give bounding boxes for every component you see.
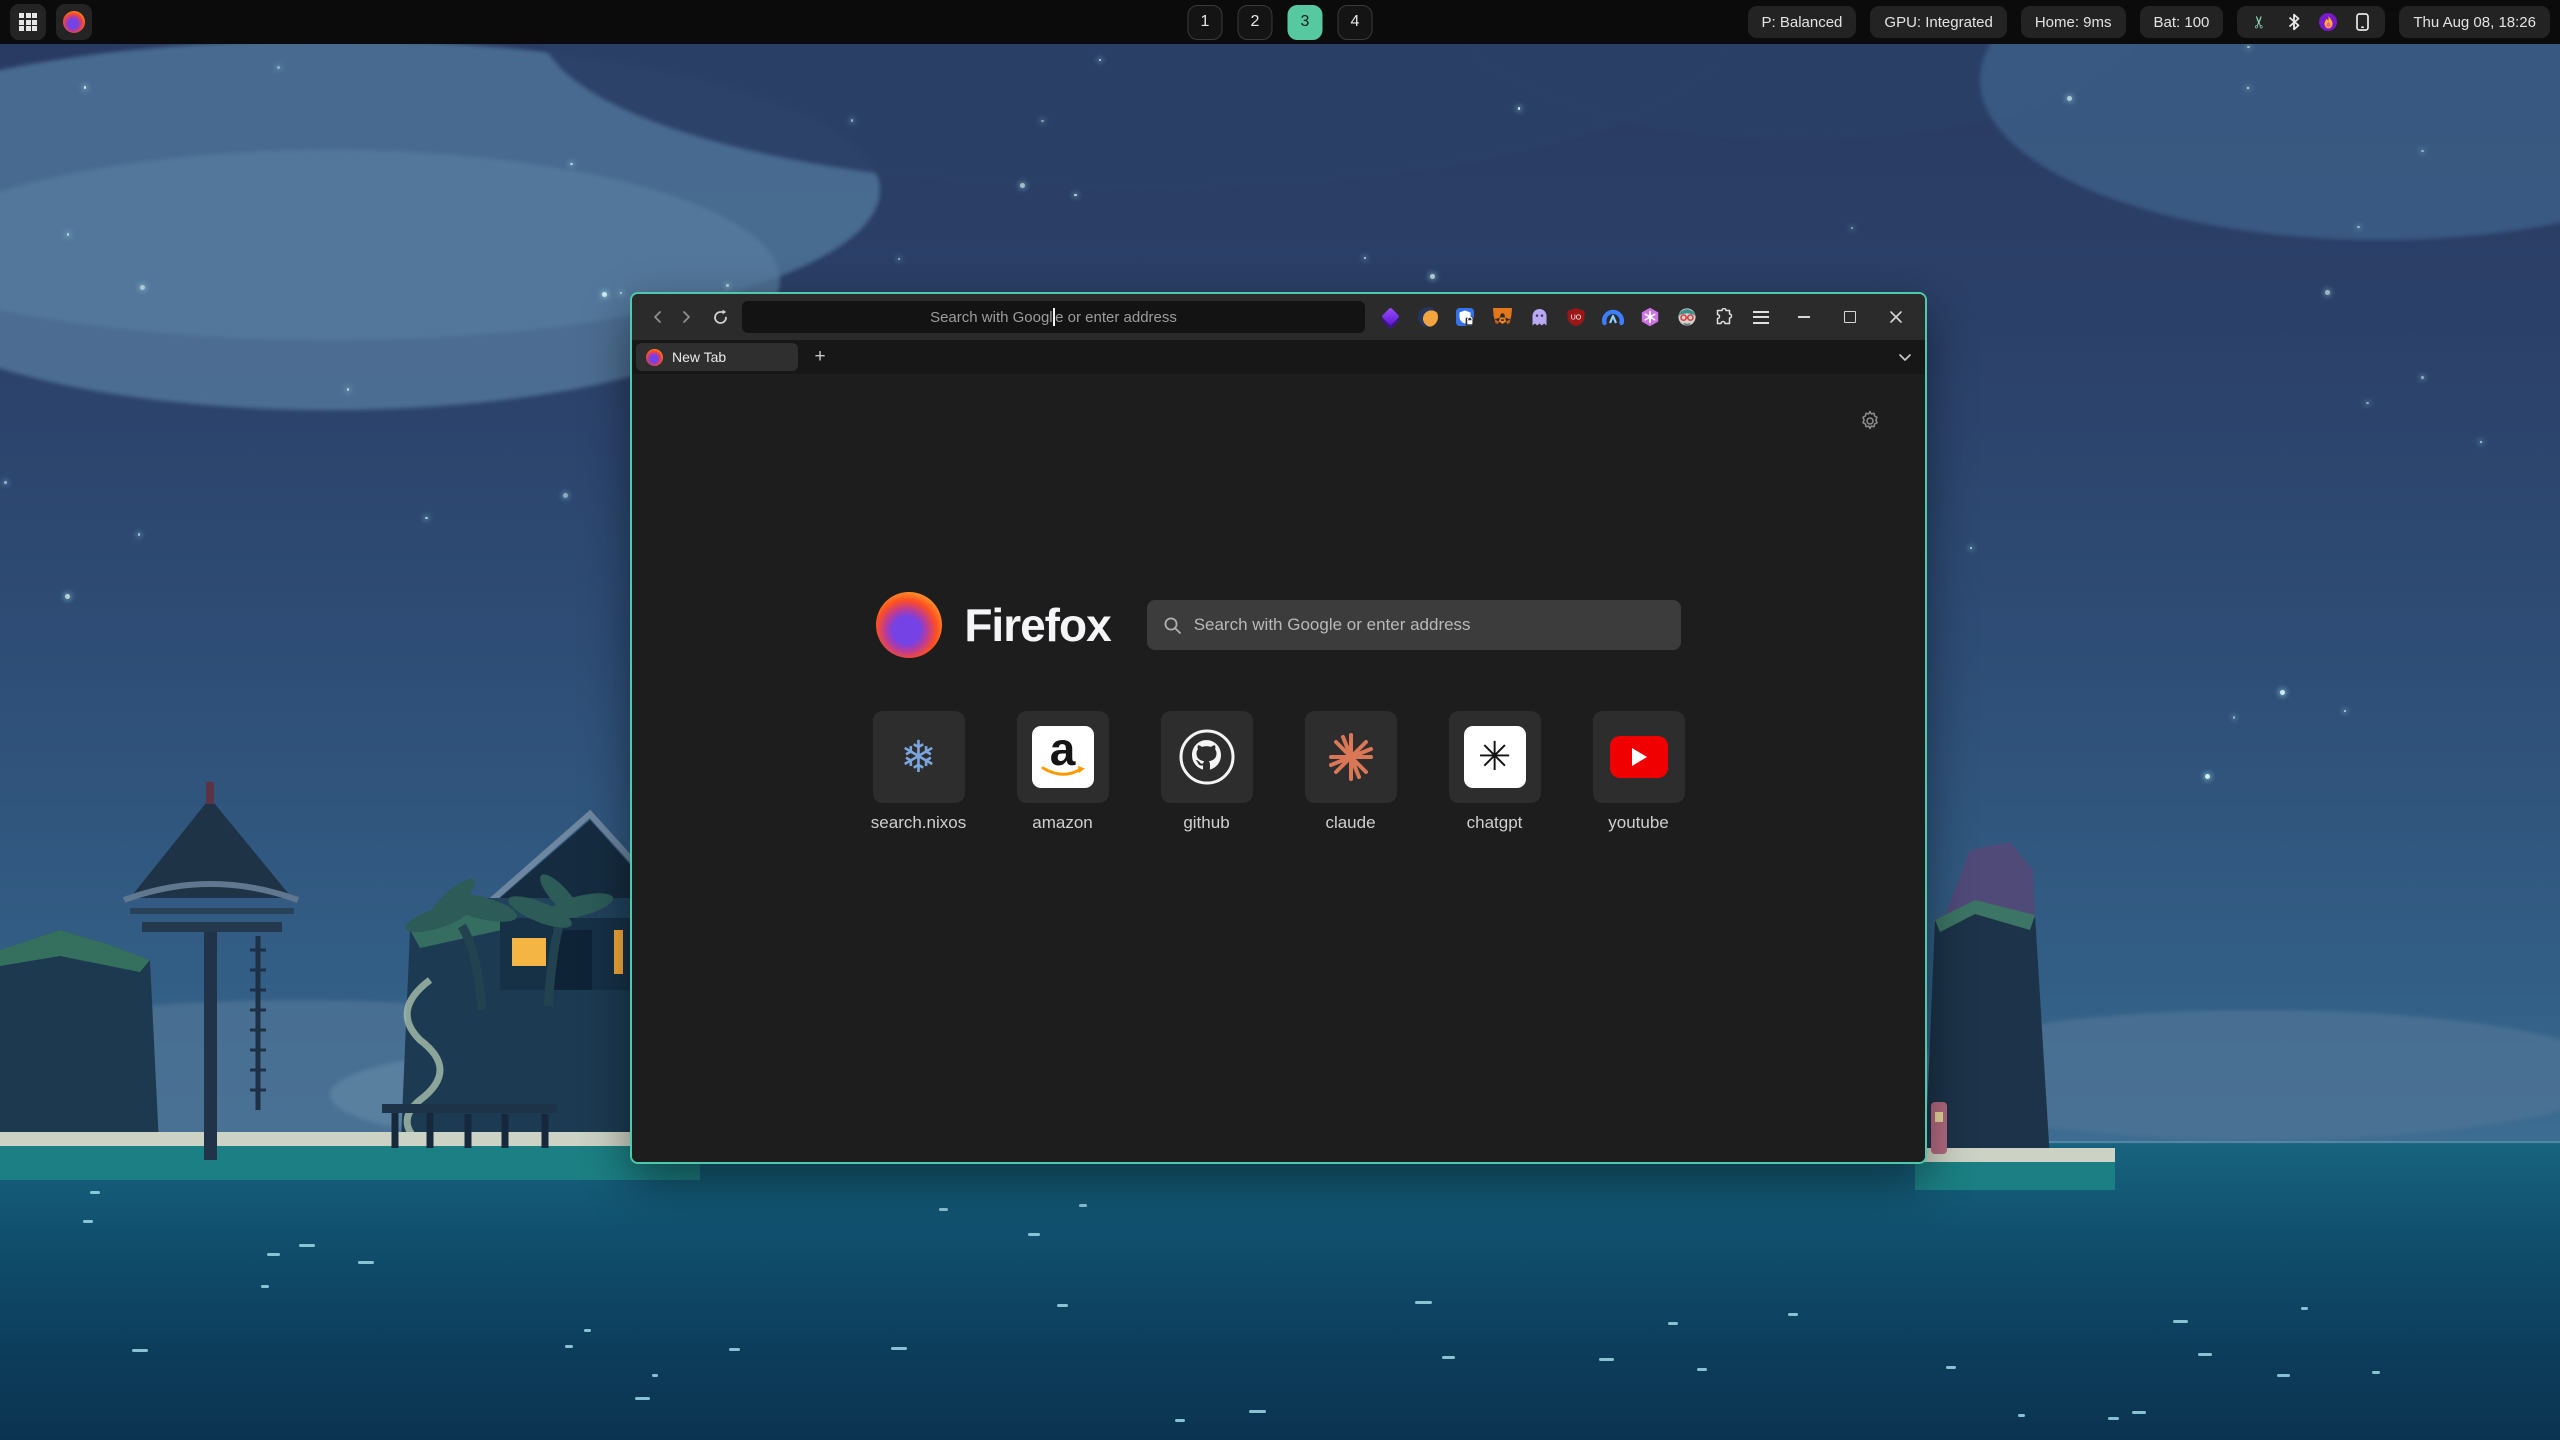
scissors-icon[interactable]: ✂ xyxy=(2251,13,2269,31)
gem-icon xyxy=(1382,308,1400,326)
shortcut-chatgpt[interactable]: ✳ chatgpt xyxy=(1449,711,1541,833)
ghost-icon xyxy=(1530,307,1549,327)
search-icon xyxy=(1163,616,1182,635)
gear-icon xyxy=(1859,410,1881,432)
workspace-1[interactable]: 1 xyxy=(1188,5,1223,40)
status-bar: 1 2 3 4 P: Balanced GPU: Integrated Home… xyxy=(0,0,2560,44)
shortcut-youtube[interactable]: youtube xyxy=(1593,711,1685,833)
list-all-tabs-button[interactable] xyxy=(1897,349,1913,365)
github-octocat-icon xyxy=(1178,728,1236,786)
shortcut-label: chatgpt xyxy=(1467,813,1523,833)
amazon-a-icon: a xyxy=(1032,726,1094,788)
maximize-icon xyxy=(1844,311,1856,323)
nord-arc-icon xyxy=(1602,307,1624,327)
extensions-puzzle-icon xyxy=(1715,308,1734,327)
svg-text:UO: UO xyxy=(1571,315,1582,322)
ghostery-extension-button[interactable] xyxy=(1525,303,1553,331)
menu-hamburger-icon xyxy=(1753,311,1769,324)
firefox-launcher-button[interactable] xyxy=(56,4,92,40)
close-icon xyxy=(1889,310,1903,324)
claude-starburst-icon xyxy=(1325,731,1377,783)
avatar-extension-button[interactable] xyxy=(1673,303,1701,331)
shortcut-label: claude xyxy=(1325,813,1375,833)
url-placeholder-left: Search with Googl xyxy=(930,309,1053,326)
back-button[interactable] xyxy=(644,303,672,331)
shortcut-search-nixos[interactable]: ❄ search.nixos xyxy=(873,711,965,833)
metamask-fox-icon xyxy=(1492,307,1513,327)
maximize-button[interactable] xyxy=(1837,304,1863,330)
hex-asterisk-extension-button[interactable] xyxy=(1636,303,1664,331)
nixos-snowflake-icon: ❄ xyxy=(900,732,937,783)
reload-button[interactable] xyxy=(706,303,734,331)
newtab-search-input[interactable]: Search with Google or enter address xyxy=(1147,600,1681,650)
workspace-switcher: 1 2 3 4 xyxy=(1188,0,1373,44)
status-modules: P: Balanced GPU: Integrated Home: 9ms Ba… xyxy=(1748,0,2550,44)
extensions-button[interactable] xyxy=(1710,303,1738,331)
password-shield-extension-button[interactable] xyxy=(1451,303,1479,331)
workspace-3-active[interactable]: 3 xyxy=(1288,5,1323,40)
workspace-2[interactable]: 2 xyxy=(1238,5,1273,40)
tab-new-tab[interactable]: New Tab xyxy=(636,343,798,371)
shortcut-label: search.nixos xyxy=(871,813,966,833)
clock-module: Thu Aug 08, 18:26 xyxy=(2399,6,2550,38)
chevron-down-icon xyxy=(1897,349,1913,365)
shortcut-label: amazon xyxy=(1032,813,1092,833)
firefox-wordmark: Firefox xyxy=(964,598,1110,652)
bluetooth-icon[interactable] xyxy=(2285,13,2303,31)
gem-extension-button[interactable] xyxy=(1377,303,1405,331)
app-grid-icon xyxy=(19,13,37,31)
menu-button[interactable] xyxy=(1747,303,1775,331)
minimize-button[interactable] xyxy=(1791,304,1817,330)
flame-icon[interactable] xyxy=(2319,13,2337,31)
metamask-extension-button[interactable] xyxy=(1488,303,1516,331)
island-left xyxy=(0,780,700,1180)
forward-button[interactable] xyxy=(672,303,700,331)
close-button[interactable] xyxy=(1883,304,1909,330)
system-tray: ✂ xyxy=(2237,6,2385,38)
new-tab-button[interactable]: + xyxy=(806,343,834,371)
url-bar[interactable]: Search with Google or enter address xyxy=(742,301,1365,333)
window-controls xyxy=(1791,304,1909,330)
gpu-module: GPU: Integrated xyxy=(1870,6,2006,38)
dark-moon-icon xyxy=(1418,307,1438,327)
extension-buttons: UO xyxy=(1377,303,1775,331)
workspace-4[interactable]: 4 xyxy=(1338,5,1373,40)
firefox-icon xyxy=(63,11,85,33)
app-grid-button[interactable] xyxy=(10,4,46,40)
search-placeholder: Search with Google or enter address xyxy=(1194,615,1471,635)
hex-asterisk-icon xyxy=(1640,307,1660,327)
tab-title: New Tab xyxy=(672,349,726,365)
launcher-group xyxy=(10,4,92,40)
ublock-extension-button[interactable]: UO xyxy=(1562,303,1590,331)
firefox-window: Search with Google or enter address xyxy=(630,292,1927,1164)
shortcut-github[interactable]: github xyxy=(1161,711,1253,833)
island-right xyxy=(1915,830,2115,1190)
network-latency-module: Home: 9ms xyxy=(2021,6,2126,38)
ublock-shield-icon: UO xyxy=(1566,307,1586,327)
avatar-glasses-icon xyxy=(1677,307,1697,327)
navigation-toolbar: Search with Google or enter address xyxy=(632,294,1925,340)
newtab-hero: Firefox Search with Google or enter addr… xyxy=(632,592,1925,658)
url-placeholder-right: e or enter address xyxy=(1055,309,1177,326)
new-tab-page: Firefox Search with Google or enter addr… xyxy=(632,374,1925,1162)
phone-icon[interactable] xyxy=(2353,13,2371,31)
personalize-button[interactable] xyxy=(1859,410,1881,437)
minimize-icon xyxy=(1798,316,1810,318)
shortcut-claude[interactable]: claude xyxy=(1305,711,1397,833)
power-profile-module: P: Balanced xyxy=(1748,6,1857,38)
desktop: 1 2 3 4 P: Balanced GPU: Integrated Home… xyxy=(0,0,2560,1440)
battery-module: Bat: 100 xyxy=(2140,6,2224,38)
youtube-play-icon xyxy=(1610,736,1668,778)
firefox-logo-icon xyxy=(876,592,942,658)
shortcut-label: github xyxy=(1183,813,1229,833)
shortcut-label: youtube xyxy=(1608,813,1669,833)
firefox-tab-icon xyxy=(646,349,663,366)
dark-moon-extension-button[interactable] xyxy=(1414,303,1442,331)
password-shield-icon xyxy=(1455,307,1475,327)
nordvpn-extension-button[interactable] xyxy=(1599,303,1627,331)
shortcut-amazon[interactable]: a amazon xyxy=(1017,711,1109,833)
tab-bar: New Tab + xyxy=(632,340,1925,374)
openai-knot-icon: ✳ xyxy=(1464,726,1526,788)
shortcut-tiles: ❄ search.nixos a amazon xyxy=(632,711,1925,833)
